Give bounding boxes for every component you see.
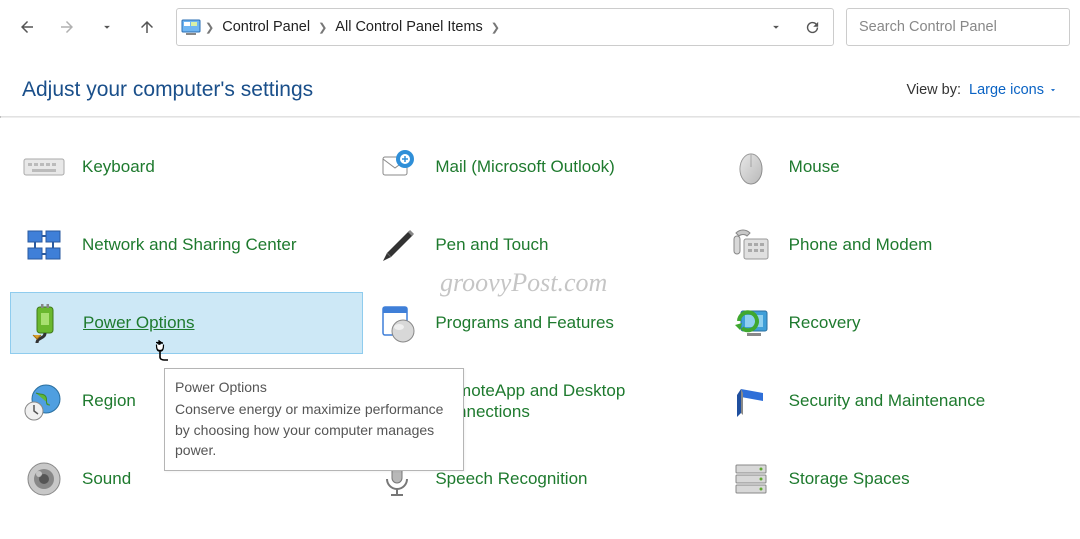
item-programs[interactable]: Programs and Features — [363, 292, 716, 354]
programs-icon — [375, 301, 419, 345]
forward-button[interactable] — [50, 10, 84, 44]
chevron-right-icon: ❯ — [203, 21, 216, 34]
breadcrumb-root[interactable]: Control Panel — [218, 19, 314, 35]
tooltip-title: Power Options — [175, 377, 453, 397]
view-by-control: View by: Large icons — [906, 82, 1058, 98]
mail-icon — [375, 145, 419, 189]
item-label: Network and Sharing Center — [82, 234, 297, 255]
region-icon — [22, 379, 66, 423]
arrow-left-icon — [18, 18, 36, 36]
item-keyboard[interactable]: Keyboard — [10, 136, 363, 198]
tooltip: Power Options Conserve energy or maximiz… — [164, 368, 464, 471]
item-label: Recovery — [789, 312, 861, 333]
item-storage[interactable]: Storage Spaces — [717, 448, 1070, 510]
item-security[interactable]: Security and Maintenance — [717, 370, 1070, 432]
sound-icon — [22, 457, 66, 501]
item-label: Mouse — [789, 156, 840, 177]
pen-icon — [375, 223, 419, 267]
search-input[interactable] — [857, 18, 1059, 36]
item-label: Storage Spaces — [789, 468, 910, 489]
storage-icon — [729, 457, 773, 501]
chevron-down-icon — [769, 20, 783, 34]
item-power-options[interactable]: Power Options — [10, 292, 363, 354]
items-grid: Keyboard Mail (Microsoft Outlook) Mouse … — [0, 118, 1080, 520]
item-network[interactable]: Network and Sharing Center — [10, 214, 363, 276]
power-icon — [23, 301, 67, 345]
search-box[interactable] — [846, 8, 1070, 46]
chevron-right-icon: ❯ — [489, 21, 502, 34]
view-by-value: Large icons — [969, 82, 1044, 98]
recovery-icon — [729, 301, 773, 345]
control-panel-icon — [181, 18, 201, 36]
history-dropdown-button[interactable] — [759, 10, 793, 44]
item-pen[interactable]: Pen and Touch — [363, 214, 716, 276]
arrow-up-icon — [138, 18, 156, 36]
item-phone[interactable]: Phone and Modem — [717, 214, 1070, 276]
recent-button[interactable] — [90, 10, 124, 44]
item-label: RemoteApp and Desktop Connections — [435, 380, 704, 423]
item-label: Security and Maintenance — [789, 390, 986, 411]
item-label: Power Options — [83, 312, 195, 333]
toolbar: ❯ Control Panel ❯ All Control Panel Item… — [0, 0, 1080, 54]
item-label: Programs and Features — [435, 312, 614, 333]
tooltip-body: Conserve energy or maximize performance … — [175, 399, 453, 460]
item-mail[interactable]: Mail (Microsoft Outlook) — [363, 136, 716, 198]
mouse-icon — [729, 145, 773, 189]
network-icon — [22, 223, 66, 267]
arrow-right-icon — [58, 18, 76, 36]
address-bar[interactable]: ❯ Control Panel ❯ All Control Panel Item… — [176, 8, 834, 46]
item-label: Region — [82, 390, 136, 411]
chevron-right-icon: ❯ — [316, 21, 329, 34]
caret-down-icon — [1048, 85, 1058, 95]
phone-icon — [729, 223, 773, 267]
item-label: Speech Recognition — [435, 468, 587, 489]
page-title: Adjust your computer's settings — [22, 78, 313, 102]
refresh-button[interactable] — [795, 10, 829, 44]
item-mouse[interactable]: Mouse — [717, 136, 1070, 198]
item-recovery[interactable]: Recovery — [717, 292, 1070, 354]
item-label: Sound — [82, 468, 131, 489]
keyboard-icon — [22, 145, 66, 189]
view-by-dropdown[interactable]: Large icons — [969, 82, 1058, 98]
item-label: Pen and Touch — [435, 234, 548, 255]
item-label: Mail (Microsoft Outlook) — [435, 156, 614, 177]
chevron-down-icon — [100, 20, 114, 34]
item-label: Phone and Modem — [789, 234, 933, 255]
header-row: Adjust your computer's settings View by:… — [0, 54, 1080, 116]
refresh-icon — [804, 19, 821, 36]
breadcrumb-current[interactable]: All Control Panel Items — [331, 19, 486, 35]
security-icon — [729, 379, 773, 423]
up-button[interactable] — [130, 10, 164, 44]
back-button[interactable] — [10, 10, 44, 44]
item-label: Keyboard — [82, 156, 155, 177]
view-by-label: View by: — [906, 82, 961, 98]
